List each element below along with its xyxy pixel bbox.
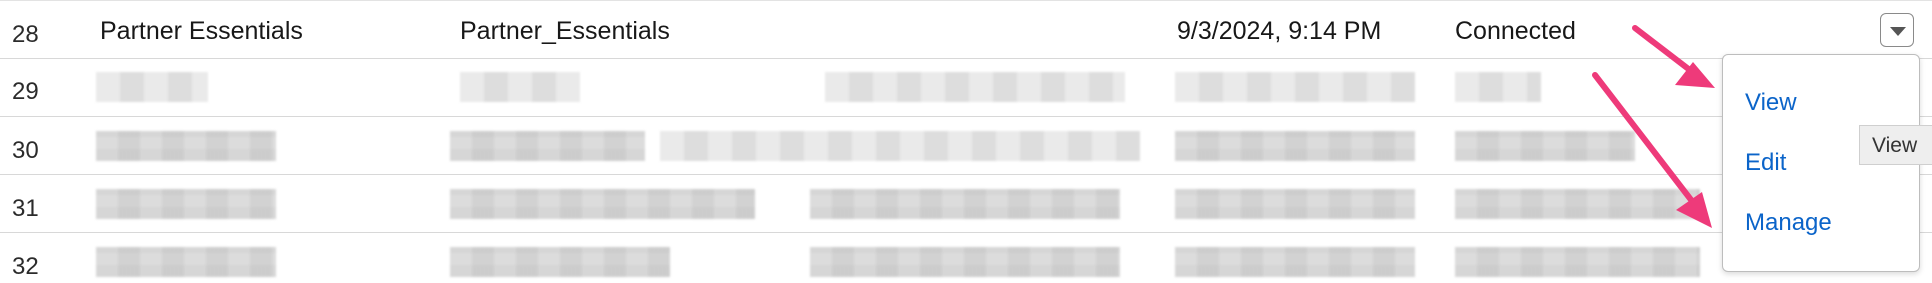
records-table: 28 Partner Essentials Partner_Essentials…: [0, 0, 1932, 280]
redacted-text: [810, 189, 1120, 219]
redacted-text: [1175, 72, 1415, 102]
name-cell: Partner Essentials: [100, 17, 303, 45]
row-number: 29: [12, 78, 39, 105]
redacted-text: [450, 189, 755, 219]
row-number: 28: [12, 21, 39, 48]
menu-item-manage[interactable]: Manage: [1745, 209, 1832, 237]
redacted-text: [460, 72, 580, 102]
redacted-text: [96, 247, 276, 277]
redacted-text: [96, 72, 208, 102]
redacted-text: [1455, 189, 1700, 219]
redacted-text: [810, 247, 1120, 277]
redacted-text: [450, 131, 645, 161]
redacted-text: [1455, 131, 1635, 161]
row-number: 30: [12, 137, 39, 164]
redacted-text: [450, 247, 670, 277]
tooltip: View: [1859, 125, 1932, 165]
redacted-text: [1175, 189, 1415, 219]
redacted-text: [1455, 72, 1541, 102]
table-row[interactable]: 31: [0, 175, 1932, 233]
table-row[interactable]: 28 Partner Essentials Partner_Essentials…: [0, 0, 1932, 59]
table-row[interactable]: 30: [0, 117, 1932, 175]
date-cell: 9/3/2024, 9:14 PM: [1177, 17, 1382, 45]
redacted-text: [1175, 131, 1415, 161]
redacted-text: [96, 189, 276, 219]
redacted-text: [96, 131, 276, 161]
redacted-text: [1455, 247, 1700, 277]
redacted-text: [825, 72, 1125, 102]
row-number: 31: [12, 195, 39, 222]
api-name-cell: Partner_Essentials: [460, 17, 670, 45]
status-cell: Connected: [1455, 17, 1576, 45]
row-number: 32: [12, 253, 39, 280]
menu-item-edit[interactable]: Edit: [1745, 149, 1786, 177]
row-actions-dropdown-button[interactable]: [1880, 13, 1914, 47]
menu-item-view[interactable]: View: [1745, 89, 1797, 117]
chevron-down-icon: [1890, 27, 1906, 36]
redacted-text: [1175, 247, 1415, 277]
table-row[interactable]: 29: [0, 58, 1932, 117]
redacted-text: [660, 131, 1140, 161]
